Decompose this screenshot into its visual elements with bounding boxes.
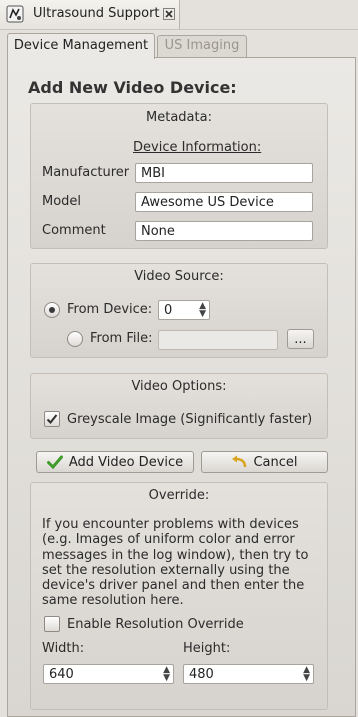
add-video-device-button[interactable]: Add Video Device: [36, 451, 194, 473]
help-line: set the resolution externally using the: [42, 562, 290, 578]
manufacturer-field[interactable]: MBI: [135, 163, 313, 183]
add-video-device-label: Add Video Device: [68, 454, 184, 470]
enable-override-checkbox[interactable]: [44, 616, 60, 632]
help-line: same resolution here.: [42, 593, 184, 609]
manufacturer-label: Manufacturer: [42, 165, 130, 180]
cancel-label: Cancel: [253, 454, 298, 470]
height-label: Height:: [183, 641, 231, 656]
ultrasound-app-icon: [6, 5, 24, 23]
device-index-spinbox[interactable]: 0 ▲ ▼: [158, 300, 210, 320]
tab-us-imaging[interactable]: US Imaging: [157, 35, 247, 57]
model-field[interactable]: Awesome US Device: [135, 192, 313, 212]
help-line: If you encounter problems with devices: [42, 517, 299, 532]
help-line: device's driver panel and then enter the: [42, 578, 305, 594]
comment-label: Comment: [42, 223, 106, 238]
greyscale-checkbox[interactable]: [44, 411, 60, 427]
video-options-title: Video Options:: [131, 379, 227, 394]
view-title: Ultrasound Support: [33, 6, 160, 21]
greyscale-label: Greyscale Image (Significantly faster): [67, 412, 313, 427]
enable-override-label: Enable Resolution Override: [67, 617, 244, 632]
width-value: 640: [49, 667, 74, 682]
video-options-group: Video Options:: [30, 373, 328, 439]
tab-device-management[interactable]: Device Management: [7, 33, 155, 59]
override-help-text: If you encounter problems with devices (…: [42, 517, 308, 609]
radio-selected-dot: [49, 307, 55, 313]
cancel-button[interactable]: Cancel: [201, 451, 328, 473]
spin-arrows-icon[interactable]: ▲ ▼: [199, 302, 206, 319]
device-information-label: Device Information:: [133, 140, 262, 155]
model-label: Model: [42, 194, 82, 209]
height-value: 480: [189, 667, 214, 682]
page-heading: Add New Video Device:: [28, 78, 237, 97]
spin-arrows-icon[interactable]: ▲ ▼: [303, 666, 310, 683]
browse-file-button[interactable]: ...: [287, 329, 314, 349]
checkmark-icon: [46, 414, 58, 424]
video-source-title: Video Source:: [134, 269, 224, 284]
spin-arrows-icon[interactable]: ▲ ▼: [163, 666, 170, 683]
titlebar-empty: [180, 0, 358, 30]
width-spinbox[interactable]: 640 ▲ ▼: [43, 664, 174, 684]
height-spinbox[interactable]: 480 ▲ ▼: [183, 664, 314, 684]
undo-arrow-icon: [232, 455, 247, 468]
close-icon[interactable]: [163, 8, 175, 20]
from-device-label: From Device:: [67, 302, 153, 317]
override-title: Override:: [148, 488, 210, 503]
view-title-tab[interactable]: Ultrasound Support: [0, 0, 180, 30]
from-file-label: From File:: [90, 331, 153, 346]
help-line: (e.g. Images of uniform color and error: [42, 532, 295, 548]
file-path-field[interactable]: [158, 330, 278, 350]
metadata-title: Metadata:: [146, 110, 212, 125]
width-label: Width:: [42, 641, 85, 656]
device-index-value: 0: [164, 303, 173, 318]
checkmark-icon: [46, 455, 63, 469]
from-file-radio[interactable]: [67, 331, 83, 347]
comment-field[interactable]: None: [135, 221, 313, 241]
from-device-radio[interactable]: [44, 302, 60, 318]
help-line: messages in the log window), then try to: [42, 547, 309, 563]
